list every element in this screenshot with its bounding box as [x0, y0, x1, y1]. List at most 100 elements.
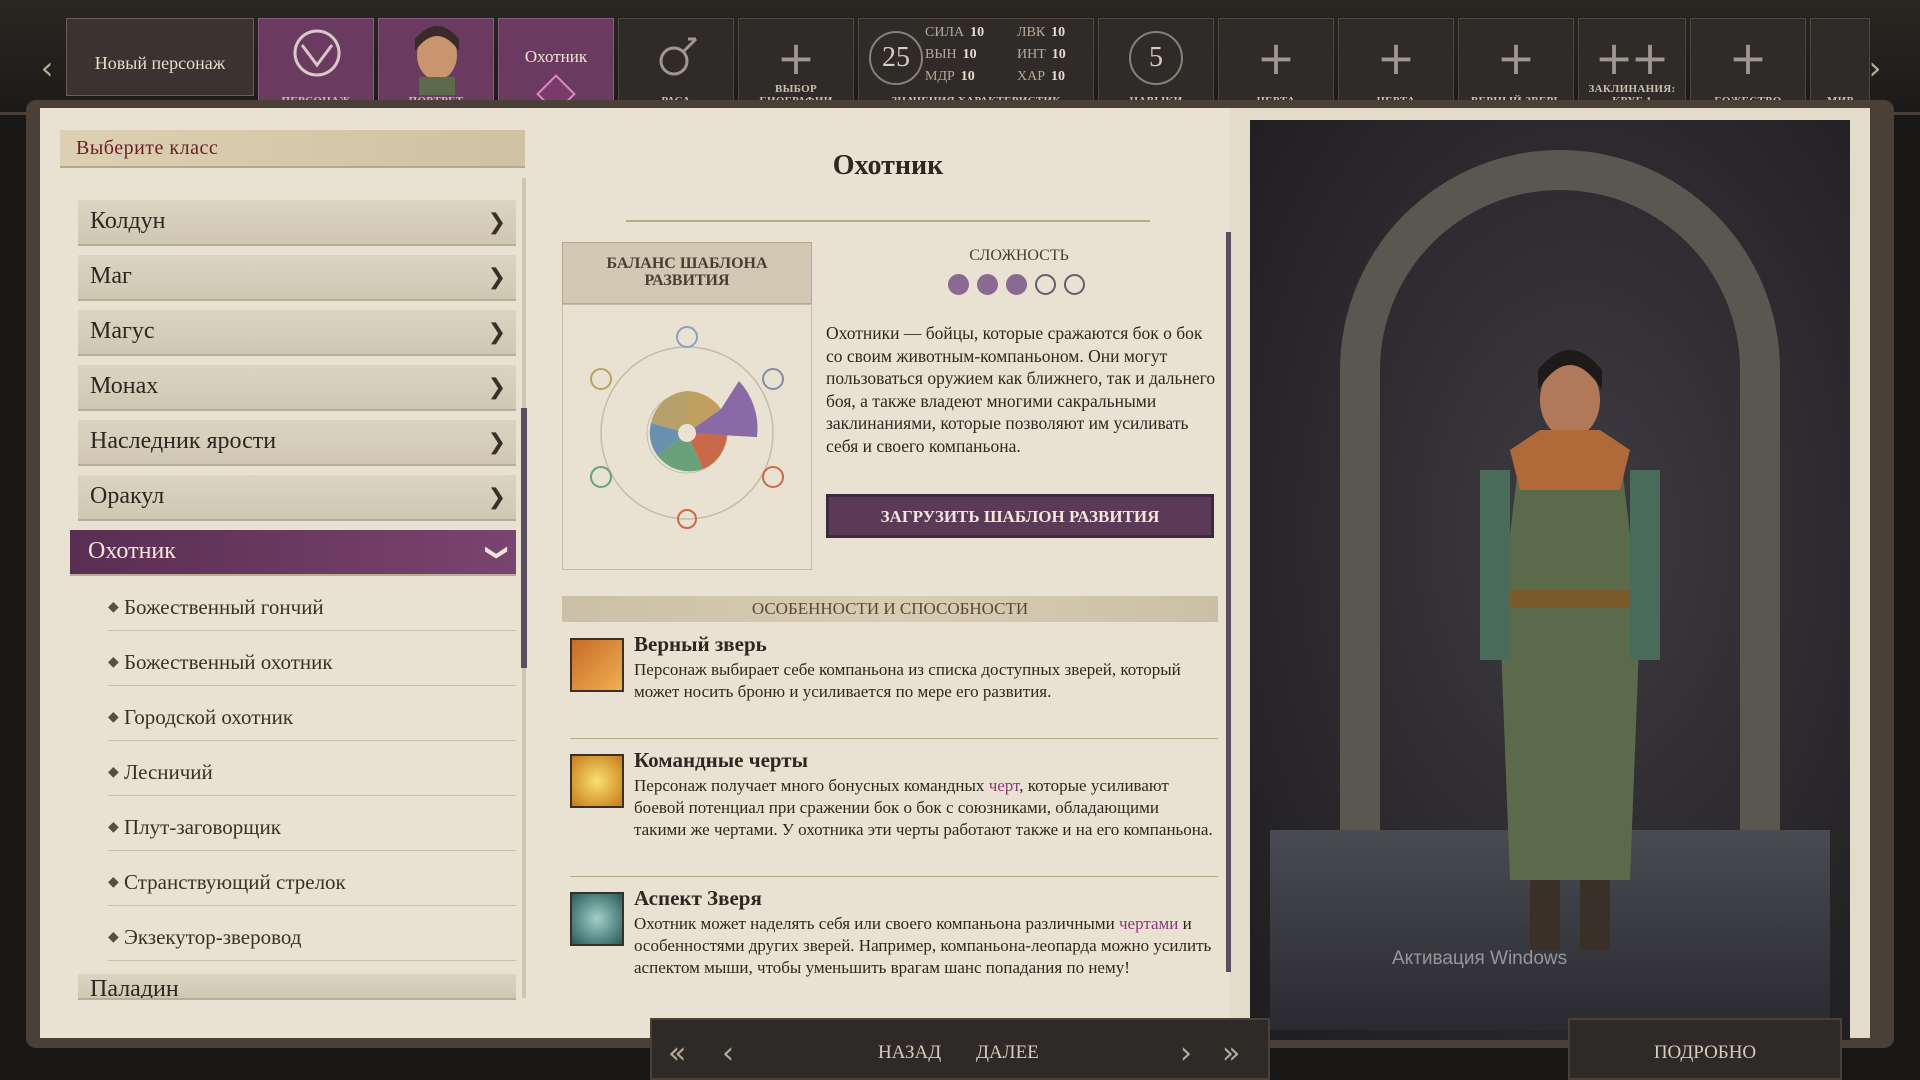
class-item-label: Оракул	[90, 483, 165, 509]
animal-focus-eye-icon	[570, 892, 624, 946]
class-list-header: Выберите класс	[60, 130, 525, 168]
subclass-item[interactable]: ◆ Экзекутор-зверовод	[108, 915, 516, 961]
class-item-label: Охотник	[88, 538, 176, 564]
stat-cha: ХАР 10	[1017, 69, 1066, 84]
tab-race[interactable]: РАСА	[618, 18, 734, 110]
tab-feat-1[interactable]: + ЧЕРТА	[1218, 18, 1334, 110]
details-button[interactable]: ПОДРОБНО	[1568, 1018, 1842, 1080]
class-item-bloodrager[interactable]: Наследник ярости ❯	[78, 420, 516, 466]
class-item-warlock[interactable]: Колдун ❯	[78, 200, 516, 246]
subclass-label: Божественный охотник	[124, 650, 333, 674]
navigation-bar: « ‹ НАЗАД ДАЛЕЕ › »	[650, 1018, 1270, 1080]
build-balance-title: БАЛАНС ШАБЛОНА	[606, 255, 768, 272]
tab-deity[interactable]: + БОЖЕСТВО	[1690, 18, 1806, 110]
tab-skills[interactable]: 5 НАВЫКИ	[1098, 18, 1214, 110]
chevron-right-icon: ❯	[487, 375, 506, 400]
diamond-bullet-icon: ◆	[108, 819, 119, 835]
chevron-right-icon: ❯	[487, 485, 506, 510]
subclass-item[interactable]: ◆ Городской охотник	[108, 695, 516, 741]
tab-world[interactable]: МИР	[1810, 18, 1870, 110]
subclass-item[interactable]: ◆ Божественный охотник	[108, 640, 516, 686]
feature-description: Охотник может наделять себя или своего к…	[634, 914, 1212, 977]
class-description: Охотники — бойцы, которые сражаются бок …	[826, 323, 1216, 456]
subclass-label: Божественный гончий	[124, 595, 324, 619]
diamond-bullet-icon: ◆	[108, 929, 119, 945]
add-biography-icon: +	[776, 31, 816, 85]
tab-attributes[interactable]: 25 СИЛА 10 ЛВК 10 ВЫН 10 ИНТ 10 МДР 10 ХАР 10 …	[858, 18, 1094, 110]
chevron-down-icon: ❯	[484, 543, 510, 562]
tab-biography[interactable]: + ВЫБОР БИОГРАФИИ	[738, 18, 854, 110]
stat-int: ИНТ 10	[1017, 47, 1066, 62]
portrait-thumbnail	[415, 26, 459, 95]
class-list-scroll-thumb[interactable]	[521, 408, 527, 668]
feature-animal-focus[interactable]: Аспект Зверя Охотник может наделять себя…	[570, 886, 1218, 1004]
double-chevron-left-icon[interactable]: «	[668, 1036, 686, 1071]
class-item-oracle[interactable]: Оракул ❯	[78, 475, 516, 521]
add-spell-icon: +	[1630, 31, 1670, 85]
feature-description: Персонаж получает много бонусных командн…	[634, 776, 1213, 839]
chevron-right-icon: ❯	[487, 320, 506, 345]
class-list-title: Выберите класс	[76, 137, 219, 159]
scroll-right-arrow-icon[interactable]: ›	[1862, 48, 1888, 88]
build-balance-chart	[562, 304, 812, 570]
feature-title: Аспект Зверя	[634, 886, 762, 910]
difficulty-label: СЛОЖНОСТЬ	[969, 247, 1069, 264]
difficulty-dot-filled	[948, 274, 969, 295]
difficulty-dot-filled	[977, 274, 998, 295]
chevron-left-icon[interactable]: ‹	[722, 1036, 734, 1071]
subclass-item[interactable]: ◆ Божественный гончий	[108, 585, 516, 631]
title-divider	[626, 220, 1150, 222]
chevron-right-icon: ❯	[487, 430, 506, 455]
build-balance-title-2: РАЗВИТИЯ	[644, 272, 730, 289]
class-item-magus[interactable]: Магус ❯	[78, 310, 516, 356]
difficulty-dot-empty	[1035, 274, 1056, 295]
diamond-bullet-icon: ◆	[108, 599, 119, 615]
feature-description: Персонаж выбирает себе компаньона из спи…	[634, 660, 1181, 701]
load-build-button[interactable]: ЗАГРУЗИТЬ ШАБЛОН РАЗВИТИЯ	[826, 494, 1214, 538]
class-item-hunter[interactable]: Охотник ❯	[70, 530, 516, 576]
feature-title: Командные черты	[634, 748, 809, 772]
tab-spells[interactable]: + + ЗАКЛИНАНИЯ: КРУГ 1	[1578, 18, 1686, 110]
back-button[interactable]: НАЗАД	[878, 1042, 941, 1064]
double-chevron-right-icon[interactable]: »	[1222, 1036, 1240, 1071]
scroll-left-arrow-icon[interactable]: ‹	[34, 48, 60, 88]
feats-link[interactable]: чертами	[1119, 914, 1178, 933]
class-item-paladin[interactable]: Паладин	[78, 974, 516, 1000]
stat-con: ВЫН 10	[925, 47, 977, 62]
tab-feat-2[interactable]: + ЧЕРТА	[1338, 18, 1454, 110]
subclass-label: Странствующий стрелок	[124, 870, 346, 894]
tab-portrait[interactable]: ПОРТРЕТ	[378, 18, 494, 110]
subclass-item[interactable]: ◆ Плут-заговорщик	[108, 805, 516, 851]
class-item-monk[interactable]: Монах ❯	[78, 365, 516, 411]
subclass-label: Городской охотник	[124, 705, 294, 729]
class-item-label: Маг	[90, 263, 132, 289]
load-build-label: ЗАГРУЗИТЬ ШАБЛОН РАЗВИТИЯ	[880, 507, 1160, 526]
add-feat-icon: +	[1376, 31, 1416, 85]
class-title: Охотник	[832, 150, 944, 181]
details-scrollbar[interactable]	[1226, 232, 1231, 972]
diamond-bullet-icon: ◆	[108, 654, 119, 670]
next-button[interactable]: ДАЛЕЕ	[976, 1042, 1039, 1064]
tab-character[interactable]: ПЕРСОНАЖ	[258, 18, 374, 110]
windows-activation-watermark: Активация Windows	[1392, 948, 1568, 969]
feature-divider	[570, 738, 1218, 739]
class-item-label: Монах	[90, 373, 159, 399]
features-title: ОСОБЕННОСТИ И СПОСОБНОСТИ	[751, 599, 1029, 618]
character-model[interactable]	[1440, 320, 1700, 960]
feats-link[interactable]: черт	[989, 776, 1020, 795]
class-item-label: Колдун	[90, 208, 166, 234]
subclass-label: Лесничий	[124, 760, 213, 784]
chevron-right-icon[interactable]: ›	[1180, 1036, 1192, 1071]
tab-class-label: Охотник	[524, 47, 588, 66]
class-item-label: Паладин	[90, 976, 179, 1000]
add-deity-icon: +	[1728, 31, 1768, 85]
top-bar: ‹ Новый персонаж ПЕРСОНАЖ ПОРТРЕТ Охотни…	[0, 0, 1920, 115]
new-character-button[interactable]: Новый персонаж	[66, 18, 254, 96]
chevron-right-icon: ❯	[487, 265, 506, 290]
features-header: ОСОБЕННОСТИ И СПОСОБНОСТИ	[562, 596, 1218, 622]
class-item-wizard[interactable]: Маг ❯	[78, 255, 516, 301]
subclass-item[interactable]: ◆ Лесничий	[108, 750, 516, 796]
subclass-item[interactable]: ◆ Странствующий стрелок	[108, 860, 516, 906]
difficulty-dot-filled	[1006, 274, 1027, 295]
diamond-bullet-icon: ◆	[108, 709, 119, 725]
